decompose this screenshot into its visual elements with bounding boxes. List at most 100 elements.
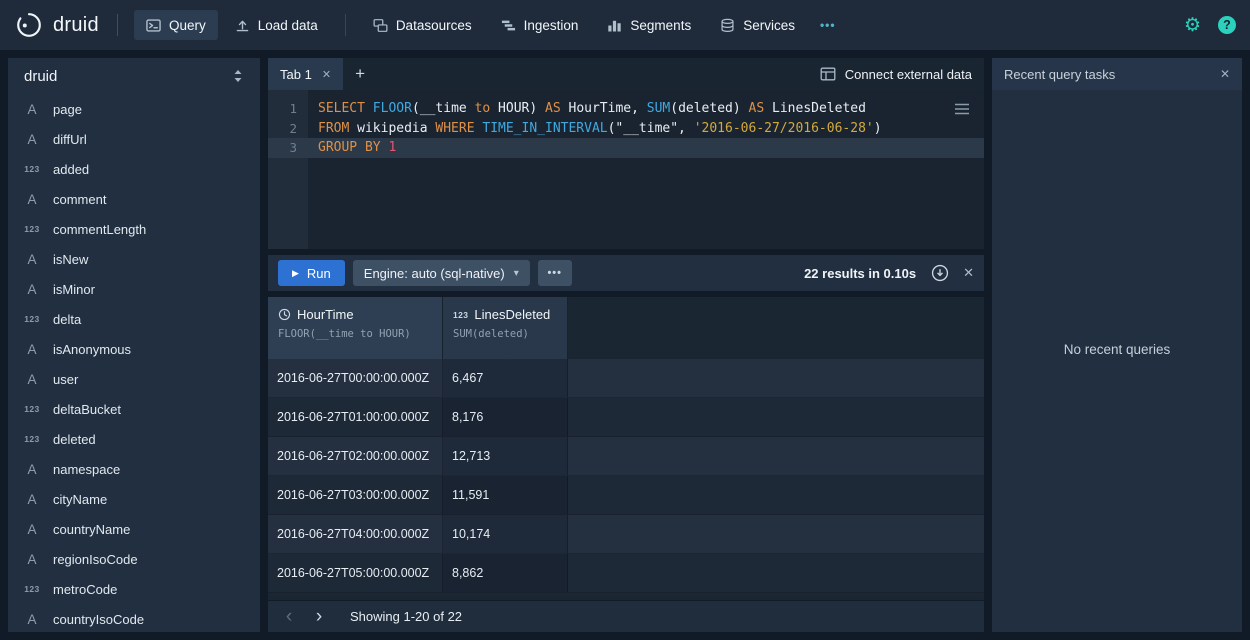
string-type-icon: A bbox=[20, 282, 44, 297]
code-line: GROUP BY 1 bbox=[308, 140, 396, 155]
run-label: Run bbox=[307, 266, 331, 281]
settings-gear-icon[interactable]: ⚙ bbox=[1184, 16, 1201, 35]
close-results-icon[interactable]: ✕ bbox=[963, 265, 974, 281]
column-header-name: HourTime bbox=[278, 307, 432, 322]
run-button[interactable]: ▶ Run bbox=[278, 260, 345, 286]
string-type-icon: A bbox=[20, 252, 44, 267]
results-table: HourTimeFLOOR(__time to HOUR)123LinesDel… bbox=[268, 297, 984, 600]
editor-menu-icon[interactable] bbox=[954, 102, 970, 116]
column-name: user bbox=[53, 372, 78, 387]
sidebar-column-deleted[interactable]: 123deleted bbox=[8, 424, 260, 454]
sidebar-column-isMinor[interactable]: AisMinor bbox=[8, 274, 260, 304]
run-bar: ▶ Run Engine: auto (sql-native) ▾ ••• 22… bbox=[268, 255, 984, 291]
column-name: isMinor bbox=[53, 282, 95, 297]
table-cell[interactable]: 6,467 bbox=[443, 359, 568, 397]
row-filler bbox=[568, 398, 984, 436]
string-type-icon: A bbox=[20, 552, 44, 567]
nav-item-ingestion[interactable]: Ingestion bbox=[489, 10, 591, 40]
string-type-icon: A bbox=[20, 462, 44, 477]
sidebar-header: druid bbox=[8, 58, 260, 94]
sidebar-column-added[interactable]: 123added bbox=[8, 154, 260, 184]
table-row: 2016-06-27T01:00:00.000Z8,176 bbox=[268, 398, 984, 437]
connect-external-data-button[interactable]: Connect external data bbox=[820, 66, 984, 82]
table-cell[interactable]: 8,176 bbox=[443, 398, 568, 436]
double-caret-sort-icon[interactable] bbox=[232, 69, 244, 83]
services-icon bbox=[720, 18, 735, 33]
sidebar-column-countryIsoCode[interactable]: AcountryIsoCode bbox=[8, 604, 260, 632]
sidebar-column-user[interactable]: Auser bbox=[8, 364, 260, 394]
column-name: HourTime bbox=[297, 307, 354, 322]
sidebar-column-isAnonymous[interactable]: AisAnonymous bbox=[8, 334, 260, 364]
tasks-panel-header: Recent query tasks ✕ bbox=[992, 58, 1242, 90]
sidebar-column-commentLength[interactable]: 123commentLength bbox=[8, 214, 260, 244]
query-more-button[interactable]: ••• bbox=[538, 260, 572, 286]
new-tab-button[interactable]: + bbox=[343, 58, 377, 90]
sidebar-column-delta[interactable]: 123delta bbox=[8, 304, 260, 334]
tab-bar: Tab 1 ✕ + Connect external data bbox=[268, 58, 984, 90]
table-cell[interactable]: 11,591 bbox=[443, 476, 568, 514]
engine-select[interactable]: Engine: auto (sql-native) ▾ bbox=[353, 260, 530, 286]
results-table-header: HourTimeFLOOR(__time to HOUR)123LinesDel… bbox=[268, 297, 984, 359]
table-cell[interactable]: 10,174 bbox=[443, 515, 568, 553]
nav-item-datasources[interactable]: Datasources bbox=[361, 10, 484, 40]
sidebar-column-isNew[interactable]: AisNew bbox=[8, 244, 260, 274]
next-page-icon[interactable]: › bbox=[306, 604, 332, 630]
schema-sidebar: druid ApageAdiffUrl123addedAcomment123co… bbox=[8, 58, 260, 632]
string-type-icon: A bbox=[20, 102, 44, 117]
sidebar-column-metroCode[interactable]: 123metroCode bbox=[8, 574, 260, 604]
sidebar-column-page[interactable]: Apage bbox=[8, 94, 260, 124]
prev-page-icon[interactable]: ‹ bbox=[276, 604, 302, 630]
table-cell[interactable]: 12,713 bbox=[443, 437, 568, 475]
string-type-icon: A bbox=[20, 132, 44, 147]
sidebar-column-countryName[interactable]: AcountryName bbox=[8, 514, 260, 544]
sidebar-column-cityName[interactable]: AcityName bbox=[8, 484, 260, 514]
numeric-type-icon: 123 bbox=[20, 224, 44, 234]
sidebar-column-regionIsoCode[interactable]: AregionIsoCode bbox=[8, 544, 260, 574]
string-type-icon: A bbox=[20, 342, 44, 357]
header-filler bbox=[568, 297, 984, 359]
column-name: deleted bbox=[53, 432, 96, 447]
help-icon[interactable]: ? bbox=[1218, 16, 1236, 34]
tab-close-icon[interactable]: ✕ bbox=[322, 68, 331, 81]
sidebar-column-comment[interactable]: Acomment bbox=[8, 184, 260, 214]
table-cell[interactable]: 2016-06-27T04:00:00.000Z bbox=[268, 515, 443, 553]
sidebar-column-namespace[interactable]: Anamespace bbox=[8, 454, 260, 484]
sql-editor[interactable]: 1SELECT FLOOR(__time to HOUR) AS HourTim… bbox=[268, 90, 984, 249]
table-cell[interactable]: 2016-06-27T05:00:00.000Z bbox=[268, 554, 443, 592]
column-header-HourTime[interactable]: HourTimeFLOOR(__time to HOUR) bbox=[268, 297, 443, 359]
sidebar-column-diffUrl[interactable]: AdiffUrl bbox=[8, 124, 260, 154]
table-cell[interactable]: 8,862 bbox=[443, 554, 568, 592]
download-results-icon[interactable] bbox=[931, 264, 949, 282]
pagination-info: Showing 1-20 of 22 bbox=[350, 609, 462, 624]
nav-item-services[interactable]: Services bbox=[708, 10, 807, 40]
table-cell[interactable]: 2016-06-27T02:00:00.000Z bbox=[268, 437, 443, 475]
nav-item-load-data[interactable]: Load data bbox=[223, 10, 330, 40]
table-cell[interactable]: 2016-06-27T03:00:00.000Z bbox=[268, 476, 443, 514]
column-expression: SUM(deleted) bbox=[453, 328, 557, 340]
table-cell[interactable]: 2016-06-27T00:00:00.000Z bbox=[268, 359, 443, 397]
datasources-icon bbox=[373, 18, 388, 33]
column-name: added bbox=[53, 162, 89, 177]
nav-item-query[interactable]: Query bbox=[134, 10, 218, 40]
sidebar-column-deltaBucket[interactable]: 123deltaBucket bbox=[8, 394, 260, 424]
segments-icon bbox=[607, 18, 622, 33]
navbar-right: ⚙ ? bbox=[1184, 16, 1236, 35]
clock-icon bbox=[278, 308, 291, 321]
column-name: delta bbox=[53, 312, 81, 327]
play-icon: ▶ bbox=[292, 268, 299, 279]
column-header-LinesDeleted[interactable]: 123LinesDeletedSUM(deleted) bbox=[443, 297, 568, 359]
column-name: cityName bbox=[53, 492, 107, 507]
tab-1[interactable]: Tab 1 ✕ bbox=[268, 58, 343, 90]
string-type-icon: A bbox=[20, 192, 44, 207]
external-data-grid-icon bbox=[820, 66, 836, 82]
nav-item-segments[interactable]: Segments bbox=[595, 10, 703, 40]
column-name: countryIsoCode bbox=[53, 612, 144, 627]
nav-item-label: ••• bbox=[820, 18, 836, 32]
column-name: namespace bbox=[53, 462, 120, 477]
brand[interactable]: druid bbox=[14, 10, 99, 40]
table-cell[interactable]: 2016-06-27T01:00:00.000Z bbox=[268, 398, 443, 436]
nav-item-more[interactable]: ••• bbox=[812, 10, 844, 40]
close-panel-icon[interactable]: ✕ bbox=[1220, 67, 1230, 81]
ingestion-icon bbox=[501, 18, 516, 33]
code-line: SELECT FLOOR(__time to HOUR) AS HourTime… bbox=[308, 101, 866, 116]
